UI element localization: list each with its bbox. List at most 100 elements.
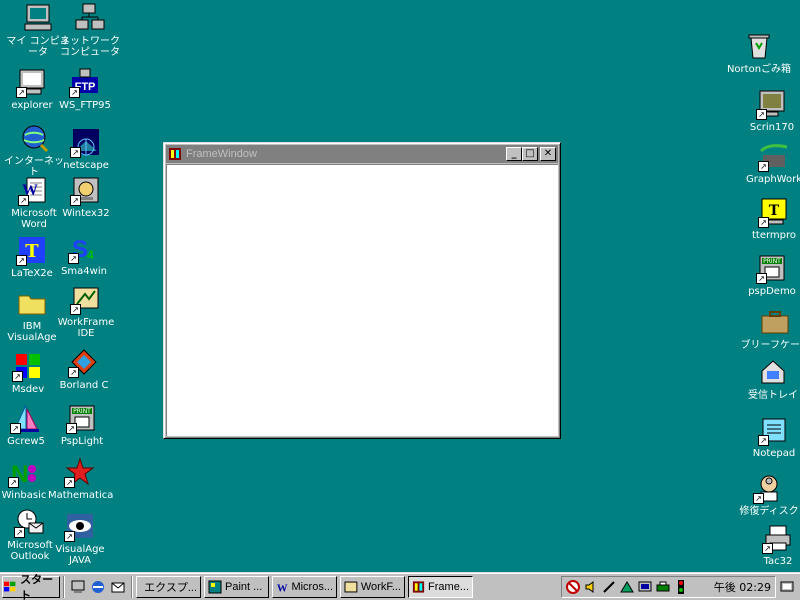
svg-text:W: W [277,583,288,594]
taskbar-separator [131,575,133,598]
icon-label: ブリーフケース [740,340,800,351]
gcrew-icon: ↗ [10,402,42,434]
workframe-task-icon [344,581,358,592]
shortcut-arrow-icon: ↗ [756,109,767,120]
desktop-icon-visualage-java[interactable]: ↗ VisualAge JAVA [48,510,112,566]
psp-icon: PRINT ↗ [66,402,98,434]
explorer-task-icon [140,585,142,588]
tray-antivirus-icon[interactable] [566,579,580,594]
window-client-area[interactable] [166,164,558,436]
wintex-icon: ↗ [70,174,102,206]
quicklaunch-ie-icon[interactable] [88,577,108,597]
frame-window[interactable]: FrameWindow _ □ ✕ [163,142,561,439]
tray-volume-icon[interactable] [584,580,598,594]
shortcut-arrow-icon: ↗ [758,435,769,446]
svg-text:T: T [25,241,39,262]
task-workframe[interactable]: WorkF... [340,575,405,598]
minimize-button[interactable]: _ [506,147,522,161]
workframe-icon: ↗ [70,283,102,315]
word-icon: W ↗ [18,174,50,206]
clock[interactable]: 午後 02:29 [714,579,771,595]
icon-label: pspDemo [748,286,796,297]
desktop-icon-graphwork[interactable]: ↗ GraphWork [744,140,800,185]
shortcut-arrow-icon: ↗ [70,195,81,206]
computer-icon [22,2,54,34]
tray-network-icon[interactable] [620,580,634,594]
desktop-icon-repair-disk[interactable]: ↗ 修復ディスク [734,472,800,517]
quicklaunch-desktop-icon[interactable] [68,577,88,597]
tray-display-icon[interactable] [638,580,652,594]
desktop-icon-inbox[interactable]: 受信トレイ [740,356,800,401]
task-framewindow[interactable]: Frame... [408,575,473,598]
task-paint[interactable]: Paint ... [204,575,269,598]
shortcut-arrow-icon: ↗ [14,527,25,538]
desktop-icon-network[interactable]: ネットワーク コンピュータ [58,2,122,58]
msdev-icon: ↗ [12,350,44,382]
shortcut-arrow-icon: ↗ [8,477,19,488]
window-titlebar[interactable]: FrameWindow _ □ ✕ [166,145,558,163]
svg-text:T: T [769,203,780,219]
desktop-icon-pspdemo[interactable]: PRINT ↗ pspDemo [740,252,800,297]
recycle-bin-icon [743,30,775,62]
desktop-icon-wintex32[interactable]: ↗ Wintex32 [54,174,118,219]
icon-label: Nortonごみ箱 [726,64,792,75]
app-icon [169,148,181,160]
desktop-icon-notepad[interactable]: ↗ Notepad [742,414,800,459]
sma-icon: S4 ↗ [68,232,100,264]
icon-label: Wintex32 [62,208,110,219]
icon-label: WorkFrame IDE [57,317,115,339]
icon-label: Borland C [59,380,109,391]
desktop-icon-sma4win[interactable]: S4 ↗ Sma4win [52,232,116,277]
icon-label: GraphWork [746,174,800,185]
task-label: Paint ... [225,580,263,593]
desktop-icon-msdev[interactable]: ↗ Msdev [0,350,60,395]
task-label: エクスプ... [144,581,197,594]
quicklaunch-outlook-icon[interactable] [108,577,128,597]
icon-label: 修復ディスク [739,506,799,517]
network-icon [74,2,106,34]
desktop-icon-workframe[interactable]: ↗ WorkFrame IDE [54,283,118,339]
desktop-icon-briefcase[interactable]: ブリーフケース [740,306,800,351]
task-label: Micros... [291,580,333,593]
desktop-icon-scrin170[interactable]: ↗ Scrin170 [740,88,800,133]
desktop-icon-psplight[interactable]: PRINT ↗ PspLight [50,402,114,447]
task-word[interactable]: W Micros... [272,575,337,598]
graph-icon: ↗ [758,140,790,172]
desktop-toggle[interactable] [776,576,798,598]
maximize-button[interactable]: □ [522,147,538,161]
internet-icon [18,122,50,154]
icon-label: VisualAge JAVA [55,544,105,566]
tray-traffic-light-icon[interactable] [674,579,688,594]
briefcase-icon [759,306,791,338]
desktop-icon-tac32[interactable]: ↗ Tac32 [746,522,800,567]
close-button[interactable]: ✕ [540,147,556,161]
desktop-icon-mathematica[interactable]: ↗ Mathematica [48,456,114,501]
desktop-icon-netscape[interactable]: ↗ netscape [54,126,118,171]
shortcut-arrow-icon: ↗ [64,477,75,488]
desktop-icon-ttermpro[interactable]: T ↗ ttermpro [742,196,800,241]
latex-icon: T ↗ [16,234,48,266]
explorer-icon: ↗ [16,66,48,98]
inbox-icon [757,356,789,388]
svg-text:PRINT: PRINT [73,408,91,415]
shortcut-arrow-icon: ↗ [70,147,81,158]
notepad-icon: ↗ [758,414,790,446]
icon-label: Msdev [11,384,45,395]
start-button[interactable]: スタート [2,573,60,600]
task-label: WorkF... [360,580,401,593]
ftp-icon: FTP ↗ [69,66,101,98]
tray-pen-icon[interactable] [602,580,616,594]
tray-printer-icon[interactable] [656,580,670,594]
shortcut-arrow-icon: ↗ [762,543,773,554]
desktop-icon-ws-ftp95[interactable]: FTP ↗ WS_FTP95 [53,66,117,111]
desktop-icon-borland[interactable]: ↗ Borland C [52,346,116,391]
shortcut-arrow-icon: ↗ [68,253,79,264]
psp-icon: PRINT ↗ [756,252,788,284]
word-task-icon: W [277,583,288,594]
mathematica-icon: ↗ [64,456,96,488]
desktop-icon-norton-trash[interactable]: Nortonごみ箱 [718,30,800,75]
task-explorer[interactable]: エクスプ... [136,575,201,598]
icon-label: Scrin170 [749,122,795,133]
icon-label: Mathematica [48,490,114,501]
shortcut-arrow-icon: ↗ [16,87,27,98]
